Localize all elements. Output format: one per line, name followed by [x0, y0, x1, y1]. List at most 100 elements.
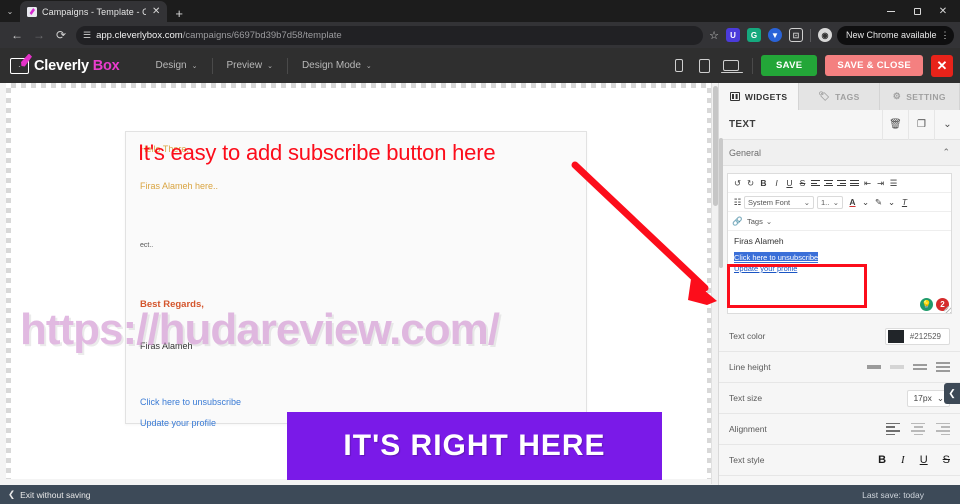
- redo-icon[interactable]: ↻: [744, 176, 757, 190]
- chrome-update-button[interactable]: New Chrome available ⋮: [836, 25, 954, 45]
- italic-option[interactable]: I: [901, 454, 905, 466]
- back-icon[interactable]: ←: [6, 24, 28, 46]
- link-icon[interactable]: 🔗: [731, 214, 744, 228]
- hint-bulb-icon[interactable]: 💡: [920, 298, 933, 311]
- bold-option[interactable]: B: [878, 454, 886, 466]
- site-settings-icon[interactable]: ☰: [83, 30, 91, 40]
- align-left-option[interactable]: [886, 420, 900, 437]
- color-swatch[interactable]: [887, 329, 904, 343]
- profile-avatar[interactable]: ◉: [817, 28, 832, 42]
- app-logo[interactable]: Cleverly Box: [10, 53, 120, 74]
- alignment-options: [886, 420, 950, 437]
- outdent-icon[interactable]: ⇤: [861, 176, 874, 190]
- align-center-option[interactable]: [911, 420, 925, 437]
- menu-design[interactable]: Design ⌄: [141, 60, 211, 71]
- tab-widgets-label: WIDGETS: [744, 91, 788, 102]
- close-editor-button[interactable]: ✕: [931, 54, 953, 77]
- text-color-icon[interactable]: A: [846, 195, 859, 209]
- chevron-up-icon[interactable]: ⌃: [942, 147, 950, 158]
- chevron-down-icon[interactable]: ⌄: [859, 195, 872, 209]
- undo-icon[interactable]: ↺: [731, 176, 744, 190]
- tab-widgets[interactable]: WIDGETS: [719, 83, 800, 110]
- editor-toolbar-row-3: 🔗 Tags ⌄: [728, 212, 951, 231]
- browser-tab-bar: ⌄ Campaigns - Template - Cleverl ✕ + ✕: [0, 0, 960, 22]
- save-button[interactable]: SAVE: [760, 55, 818, 76]
- email-update-profile-link[interactable]: Update your profile: [140, 418, 216, 428]
- url-input[interactable]: ☰ app.cleverlybox.com/campaigns/6697bd39…: [76, 25, 704, 45]
- tablet-view-icon[interactable]: [692, 53, 718, 79]
- delete-widget-icon[interactable]: 🗑: [882, 109, 908, 140]
- new-tab-button[interactable]: +: [167, 7, 191, 22]
- maximize-icon[interactable]: [904, 0, 930, 22]
- logo-text-primary: Cleverly: [34, 57, 89, 74]
- alignment-label: Alignment: [729, 424, 767, 434]
- underline-option[interactable]: U: [920, 454, 928, 466]
- panel-scrollbar[interactable]: [719, 110, 723, 485]
- text-color-picker[interactable]: #212529: [884, 327, 950, 345]
- line-height-option-3[interactable]: [913, 362, 927, 373]
- align-center-icon[interactable]: [822, 176, 835, 190]
- property-line-height: Line height: [719, 352, 960, 383]
- strikethrough-icon[interactable]: S: [796, 176, 809, 190]
- window-close-icon[interactable]: ✕: [930, 0, 956, 22]
- menu-design-mode[interactable]: Design Mode ⌄: [288, 60, 386, 71]
- annotation-banner: IT'S RIGHT HERE: [287, 412, 662, 480]
- exit-without-saving-button[interactable]: ❮ Exit without saving: [8, 489, 91, 500]
- canvas-vertical-scrollbar[interactable]: [711, 84, 718, 484]
- bookmark-star-icon[interactable]: ☆: [709, 29, 721, 42]
- save-and-close-button[interactable]: SAVE & CLOSE: [825, 55, 923, 76]
- reload-icon[interactable]: ⟳: [50, 24, 72, 46]
- desktop-view-icon[interactable]: [718, 53, 744, 79]
- tab-title: Campaigns - Template - Cleverl: [42, 6, 146, 17]
- strikethrough-option[interactable]: S: [943, 454, 950, 466]
- line-height-option-4[interactable]: [936, 360, 950, 375]
- collapse-panel-button[interactable]: ❮: [944, 383, 960, 404]
- chevron-down-icon[interactable]: ⌄: [885, 195, 898, 209]
- align-right-icon[interactable]: [835, 176, 848, 190]
- tab-search-chevron-icon[interactable]: ⌄: [0, 0, 20, 22]
- underline-icon[interactable]: U: [783, 176, 796, 190]
- align-left-icon[interactable]: [809, 176, 822, 190]
- align-justify-icon[interactable]: [848, 176, 861, 190]
- chevron-down-icon[interactable]: ⌄: [934, 109, 960, 140]
- tags-select[interactable]: Tags ⌄: [744, 214, 776, 228]
- email-unsubscribe-link[interactable]: Click here to unsubscribe: [140, 397, 241, 407]
- minimize-icon[interactable]: [878, 0, 904, 22]
- line-height-option-2[interactable]: [890, 365, 904, 369]
- extension-split-icon[interactable]: ⊡: [788, 28, 803, 42]
- indent-icon[interactable]: ⇥: [874, 176, 887, 190]
- menu-preview[interactable]: Preview ⌄: [213, 60, 287, 71]
- tab-setting[interactable]: ⚙ SETTING: [880, 83, 960, 110]
- font-size-select[interactable]: 1.. ⌄: [817, 195, 843, 209]
- align-right-option[interactable]: [936, 420, 950, 437]
- browser-tab-active[interactable]: Campaigns - Template - Cleverl ✕: [20, 1, 168, 22]
- close-icon[interactable]: ✕: [151, 6, 161, 17]
- browser-menu-icon[interactable]: ⋮: [941, 30, 950, 40]
- editor-resize-handle[interactable]: [944, 306, 951, 313]
- cleverlybox-logo-icon: [10, 53, 32, 74]
- forward-icon[interactable]: →: [28, 24, 50, 46]
- mobile-view-icon[interactable]: [666, 53, 692, 79]
- italic-icon[interactable]: I: [770, 176, 783, 190]
- tab-tags[interactable]: 🏷 TAGS: [799, 83, 880, 110]
- duplicate-widget-icon[interactable]: ❐: [908, 109, 934, 140]
- unordered-list-icon[interactable]: ☷: [731, 195, 744, 209]
- extension-downloads-icon[interactable]: ▼: [767, 28, 782, 42]
- line-height-option-1[interactable]: [867, 365, 881, 369]
- editor-unsubscribe-link[interactable]: Click here to unsubscribe: [734, 252, 819, 263]
- highlighter-icon[interactable]: ✎: [872, 195, 885, 209]
- extension-u-icon[interactable]: U: [725, 28, 740, 42]
- font-family-select[interactable]: System Font ⌄: [744, 195, 814, 209]
- app-header: Cleverly Box Design ⌄ Preview ⌄ Design M…: [0, 48, 960, 83]
- extension-grammarly-icon[interactable]: G: [746, 28, 761, 42]
- chevron-down-icon: ⌄: [803, 197, 810, 207]
- font-size-value: 1..: [821, 197, 830, 207]
- scrollbar-thumb[interactable]: [719, 138, 723, 268]
- text-style-options: B I U S: [878, 454, 950, 466]
- ordered-list-icon[interactable]: ☰: [887, 176, 900, 190]
- section-general-header[interactable]: General ⌃: [719, 140, 960, 166]
- email-template-card[interactable]: Hello There, Firas Alameh here.. ect.. B…: [125, 131, 587, 428]
- bold-icon[interactable]: B: [757, 176, 770, 190]
- property-alignment: Alignment: [719, 414, 960, 445]
- clear-formatting-icon[interactable]: T: [898, 195, 911, 209]
